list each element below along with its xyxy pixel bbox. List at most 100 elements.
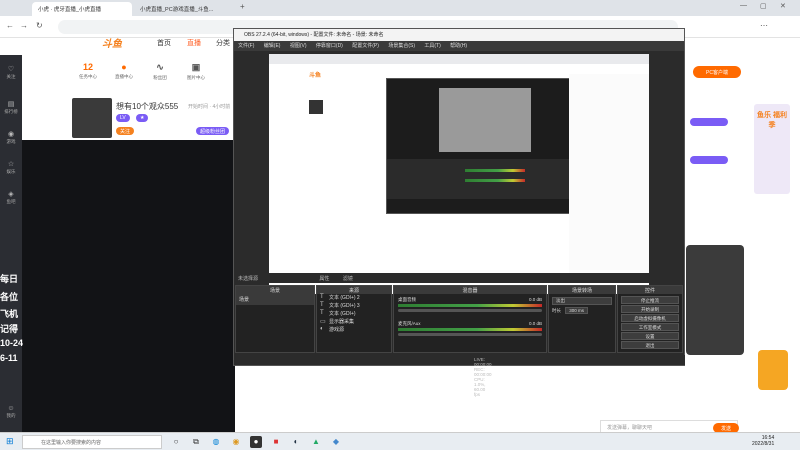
- fish-icon: ◈: [8, 191, 14, 198]
- forward-icon[interactable]: →: [20, 21, 28, 30]
- avatar[interactable]: [72, 98, 112, 138]
- superfans-button[interactable]: 超级粉丝团: [196, 127, 230, 135]
- obs-icon[interactable]: ●: [250, 436, 262, 448]
- promo-chip[interactable]: [690, 118, 728, 126]
- steam-icon[interactable]: ◐: [290, 436, 302, 448]
- overlay-text: 10-24: [0, 338, 24, 348]
- taskview-icon[interactable]: ○: [170, 436, 182, 448]
- chrome-icon[interactable]: ◉: [230, 436, 242, 448]
- obs-title-bar: OBS 27.2.4 (64-bit, windows) - 配置文件: 未命名…: [234, 29, 684, 41]
- studio-mode-button[interactable]: 工作室模式: [621, 323, 679, 331]
- duration-input[interactable]: 300 ms: [565, 307, 589, 314]
- volume-slider[interactable]: [398, 309, 542, 312]
- menu-tools[interactable]: 工具(T): [424, 43, 440, 49]
- menu-profile[interactable]: 配置文件(P): [352, 43, 379, 49]
- game-ad-image[interactable]: [686, 245, 744, 355]
- app-icon[interactable]: ◆: [330, 436, 342, 448]
- mascot-image[interactable]: [758, 350, 788, 390]
- game-icon: ◉: [7, 131, 15, 138]
- banner-title: 鱼乐 福利季: [757, 112, 787, 129]
- promo-chip[interactable]: [690, 156, 728, 164]
- nav-category[interactable]: 分类: [216, 38, 230, 48]
- app-icon[interactable]: ▲: [310, 436, 322, 448]
- nav-home[interactable]: 首页: [157, 38, 171, 48]
- obs-preview[interactable]: 斗鱼: [269, 54, 649, 294]
- browser-tab[interactable]: 小虎直播_PC游戏直播_斗鱼...: [134, 2, 234, 16]
- refresh-icon[interactable]: ↻: [36, 21, 43, 30]
- menu-docks[interactable]: 停靠窗口(D): [316, 43, 343, 49]
- mixer-dock: 混音器 桌面音频 0.0 dB 麦克风/Aux 0.0 dB: [393, 285, 547, 353]
- menu-view[interactable]: 视图(V): [290, 43, 307, 49]
- transition-select[interactable]: 淡出: [552, 297, 612, 305]
- quick-fans[interactable]: ∿ 粉丝团: [147, 62, 173, 81]
- filters-button[interactable]: 滤镜: [343, 276, 353, 282]
- follow-button[interactable]: 关注: [116, 127, 135, 135]
- menu-icon[interactable]: ⋯: [760, 21, 768, 30]
- volume-slider[interactable]: [398, 333, 542, 336]
- sidebar-item-game[interactable]: ◉ 游戏: [0, 130, 22, 145]
- browser-tab[interactable]: 小虎 · 虎牙直播_小虎直播: [32, 2, 132, 16]
- windows-start-icon[interactable]: ⊞: [6, 436, 14, 447]
- mixer-track-level: 0.0 dB: [528, 297, 542, 302]
- promo-banner[interactable]: 鱼乐 福利季: [754, 104, 790, 194]
- back-icon[interactable]: ←: [6, 21, 14, 30]
- sidebar-item-mine[interactable]: ☺ 我的: [0, 405, 22, 419]
- overlay-text: 各位: [0, 292, 19, 302]
- overlay-text: 6-11: [0, 353, 18, 363]
- room-meta: 开始时间 · 4小时前: [188, 104, 231, 110]
- overlay-text: 记得: [0, 324, 19, 334]
- sidebar-item-fishbar[interactable]: ◈ 鱼吧: [0, 190, 22, 205]
- nav-live[interactable]: 直播: [187, 38, 201, 48]
- minimize-icon[interactable]: —: [740, 2, 747, 9]
- system-clock[interactable]: 16:54 2022/8/31: [752, 435, 774, 447]
- taskview-icon[interactable]: ⧉: [190, 436, 202, 448]
- site-logo[interactable]: 斗鱼: [102, 35, 122, 50]
- quick-image[interactable]: ▣ 图片中心: [183, 62, 209, 81]
- source-item[interactable]: T 文本 (GDI+) 2: [317, 294, 391, 302]
- pc-client-button[interactable]: PC客户端: [693, 66, 741, 78]
- sidebar-item-follow[interactable]: ♡ 关注: [0, 65, 22, 80]
- start-recording-button[interactable]: 开始录制: [621, 305, 679, 313]
- stop-streaming-button[interactable]: 停止推流: [621, 296, 679, 304]
- audio-meter: [398, 304, 542, 307]
- mixer-track: 麦克风/Aux 0.0 dB: [394, 315, 546, 342]
- scene-item[interactable]: 场景: [236, 294, 314, 305]
- user-icon: ☺: [7, 405, 15, 412]
- menu-edit[interactable]: 编辑(E): [264, 43, 281, 49]
- source-item[interactable]: T 文本 (GDI+): [317, 310, 391, 318]
- nested-obs-docks: [387, 159, 583, 199]
- duration-label: 时长: [552, 308, 561, 313]
- close-icon[interactable]: ✕: [780, 2, 786, 10]
- edge-icon[interactable]: ◍: [210, 436, 222, 448]
- nested-avatar: [309, 100, 323, 114]
- room-title: 想有10个观众555: [116, 102, 179, 111]
- star-icon: ☆: [7, 161, 15, 168]
- menu-help[interactable]: 帮助(H): [450, 43, 467, 49]
- menu-file[interactable]: 文件(F): [238, 43, 254, 49]
- sidebar-item-ent[interactable]: ☆ 娱乐: [0, 160, 22, 175]
- settings-button[interactable]: 设置: [621, 332, 679, 340]
- exit-button[interactable]: 退出: [621, 341, 679, 349]
- scenes-dock: 场景 场景: [235, 285, 315, 353]
- tab-label: 小虎 · 虎牙直播_小虎直播: [38, 7, 101, 13]
- new-tab-icon[interactable]: +: [240, 2, 245, 11]
- quick-live-center[interactable]: ● 直播中心: [111, 62, 137, 80]
- image-icon: ▣: [191, 62, 201, 72]
- controls-dock-title: 控件: [618, 286, 682, 294]
- menu-scene-collection[interactable]: 场景集合(S): [388, 43, 415, 49]
- video-player[interactable]: [22, 140, 235, 432]
- properties-button[interactable]: 属性: [319, 276, 329, 282]
- game-icon: ◐: [320, 326, 324, 332]
- tab-label: 小虎直播_PC游戏直播_斗鱼...: [140, 7, 214, 13]
- virtual-camera-button[interactable]: 启动虚拟摄像机: [621, 314, 679, 322]
- maximize-icon[interactable]: ▢: [760, 2, 767, 10]
- source-item[interactable]: ◐ 游戏源: [317, 326, 391, 334]
- nested-logo: 斗鱼: [309, 73, 322, 79]
- source-item[interactable]: ▭ 显示器采集: [317, 318, 391, 326]
- source-item[interactable]: T 文本 (GDI+) 3: [317, 302, 391, 310]
- quick-task-center[interactable]: 12 任务中心: [75, 62, 101, 80]
- app-icon[interactable]: ■: [270, 436, 282, 448]
- sidebar-item-rank[interactable]: ▤ 排行榜: [0, 100, 22, 115]
- taskbar-search[interactable]: 在这里输入你要搜索的内容: [22, 435, 162, 449]
- level-badge: LV: [116, 114, 130, 122]
